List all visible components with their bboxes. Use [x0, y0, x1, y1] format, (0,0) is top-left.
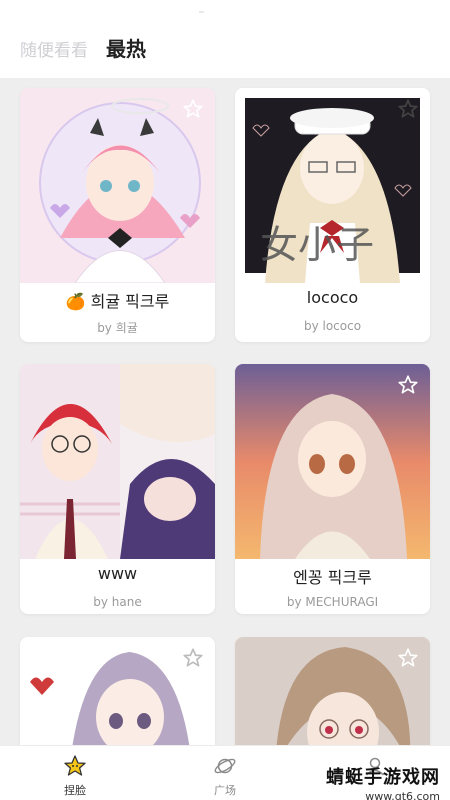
card-title: 🍊 희귤 픽크루 [65, 292, 170, 311]
card-author: by 희귤 [97, 321, 138, 335]
svg-text:女小子: 女小子 [260, 223, 374, 267]
favorite-star-icon[interactable] [397, 374, 419, 396]
card-title: 엔꽁 픽크루 [293, 568, 372, 587]
planet-icon [214, 758, 236, 774]
favorite-star-icon[interactable] [182, 98, 204, 120]
card-title: www [97, 564, 138, 583]
avatar-card[interactable] [20, 637, 215, 757]
favorite-star-icon[interactable] [397, 647, 419, 669]
nav-face-label: 捏脸 [64, 784, 86, 797]
top-header: 随便看看 最热 [0, 0, 450, 78]
header-decoration [199, 11, 204, 13]
watermark-url: www.qt6.com [365, 790, 440, 800]
avatar-card[interactable]: 🍊 희귤 픽크루 by 희귤 [20, 88, 215, 342]
watermark-title: 蜻蜓手游戏网 [326, 767, 440, 788]
avatar-card[interactable]: 엔꽁 픽크루 by MECHURAGI [235, 364, 430, 614]
card-illustration [20, 364, 215, 559]
avatar-card[interactable]: www by hane [20, 364, 215, 614]
site-watermark: 蜻蜓手游戏网 www.qt6.com [326, 763, 440, 800]
favorite-star-icon[interactable] [397, 98, 419, 120]
nav-plaza-label: 广场 [214, 784, 236, 797]
favorite-star-icon[interactable] [182, 647, 204, 669]
nav-tab-face[interactable]: 捏脸 [35, 754, 115, 798]
tab-hot[interactable]: 最热 [106, 33, 146, 62]
card-author: by hane [93, 595, 142, 609]
card-author: by MECHURAGI [286, 595, 379, 609]
tab-random[interactable]: 随便看看 [20, 36, 88, 61]
avatar-card[interactable] [235, 637, 430, 757]
card-author: by lococo [303, 319, 362, 333]
nav-tab-plaza[interactable]: 广场 [185, 754, 265, 798]
star-filled-icon [64, 755, 86, 776]
card-title: lococo [306, 288, 359, 307]
avatar-card[interactable]: 女小子 lococo by lococo [235, 88, 430, 342]
